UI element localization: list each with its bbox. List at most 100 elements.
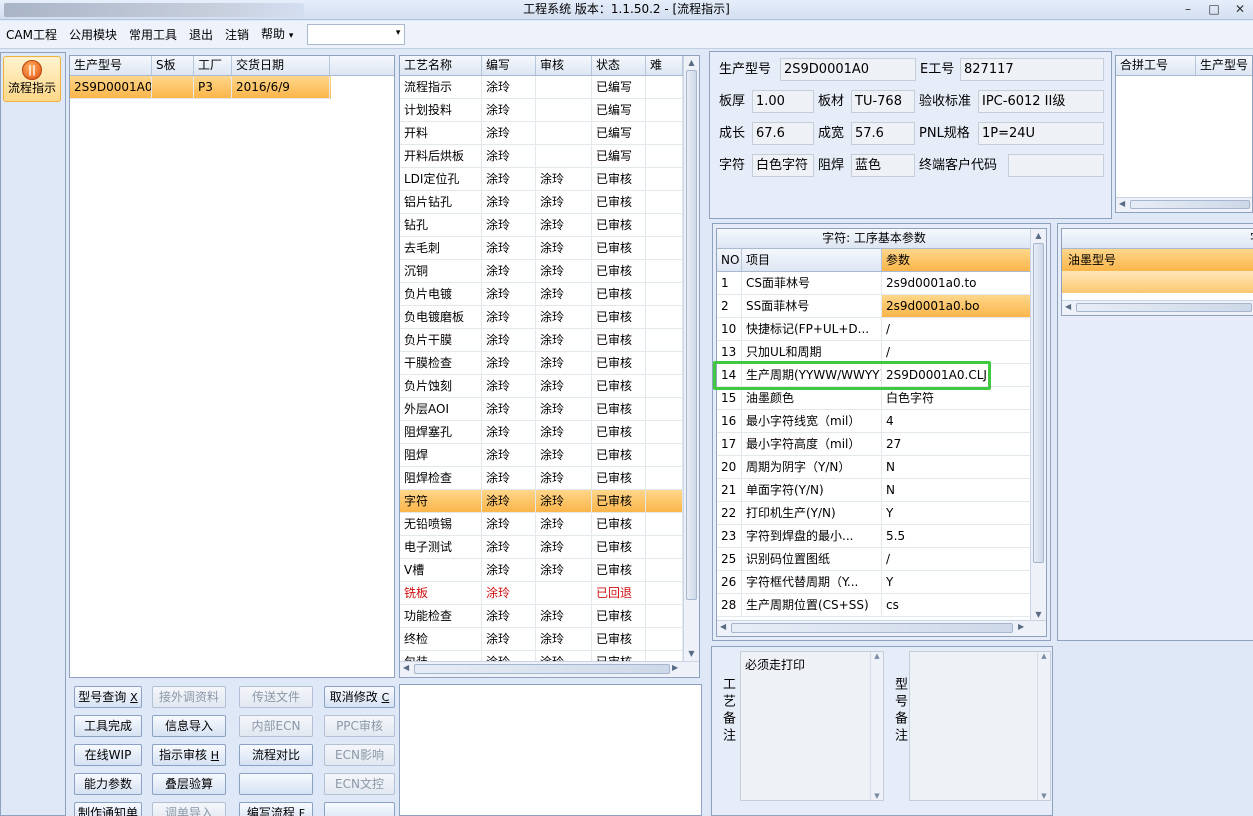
action-button-16[interactable]: 制作通知单 [74,802,142,816]
table-row[interactable]: V槽 涂玲 涂玲 已审核 [400,559,683,582]
action-button-4[interactable]: 工具完成 [74,715,142,737]
action-button-18[interactable]: 编写流程 F [239,802,313,816]
scroll-left-icon[interactable]: ◀ [403,663,409,672]
col-reviewer[interactable]: 审核 [536,56,592,75]
action-button-19[interactable] [324,802,395,816]
action-button-10[interactable]: 流程对比 [239,744,313,766]
param-row[interactable]: 2 SS面菲林号 2s9d0001a0.bo [717,295,1031,318]
scroll-thumb[interactable] [1076,303,1252,312]
process-notes-field[interactable]: 必须走打印 ▲ ▼ [740,651,884,801]
material-field[interactable]: TU-768 [851,90,915,113]
param-row[interactable]: 1 CS面菲林号 2s9d0001a0.to [717,272,1031,295]
param-row[interactable]: 28 生产周期位置(CS+SS) cs [717,594,1031,617]
action-button-14[interactable] [239,773,313,795]
combine-hscroll[interactable]: ◀ [1116,197,1252,212]
param-row[interactable]: 21 单面字符(Y/N) N [717,479,1031,502]
scroll-thumb[interactable] [731,623,1013,633]
param-row[interactable]: 10 快捷标记(FP+UL+D... / [717,318,1031,341]
minimize-icon[interactable]: – [1175,0,1201,20]
param-row[interactable]: 15 油墨颜色 白色字符 [717,387,1031,410]
scroll-up-icon[interactable]: ▲ [684,56,699,70]
scroll-down-icon[interactable]: ▼ [1038,792,1050,800]
mask-field[interactable]: 蓝色 [851,154,915,177]
col-combine-model[interactable]: 生产型号 [1196,56,1252,75]
params-hscroll[interactable]: ◀ ▶ [717,620,1046,636]
scroll-thumb[interactable] [1033,243,1044,563]
length-field[interactable]: 67.6 [752,122,814,145]
table-row[interactable]: 终检 涂玲 涂玲 已审核 [400,628,683,651]
scroll-thumb[interactable] [414,664,670,674]
table-row[interactable]: LDI定位孔 涂玲 涂玲 已审核 [400,168,683,191]
model-field[interactable]: 2S9D0001A0 [780,58,916,81]
col-writer[interactable]: 编写 [482,56,536,75]
action-button-2[interactable]: 传送文件 [239,686,313,708]
maximize-icon[interactable]: □ [1201,0,1227,20]
table-row[interactable]: 阻焊 涂玲 涂玲 已审核 [400,444,683,467]
ink-row[interactable] [1062,271,1253,293]
scroll-left-icon[interactable]: ◀ [720,622,726,631]
action-button-0[interactable]: 型号查询 X [74,686,142,708]
process-vscroll[interactable]: ▲ ▼ [683,56,699,661]
standard-field[interactable]: IPC-6012 II级 [978,90,1104,113]
params-vscroll[interactable]: ▲ ▼ [1030,229,1046,622]
col-factory[interactable]: 工厂 [194,56,232,75]
table-row[interactable]: 流程指示 涂玲 已编写 [400,76,683,99]
process-hscroll[interactable]: ◀ ▶ [400,661,699,677]
action-button-6[interactable]: 内部ECN [239,715,313,737]
table-row[interactable]: 去毛刺 涂玲 涂玲 已审核 [400,237,683,260]
notes-vscroll[interactable]: ▲ ▼ [870,652,883,800]
table-row[interactable]: 功能检查 涂玲 涂玲 已审核 [400,605,683,628]
col-model[interactable]: 生产型号 [70,56,152,75]
table-row[interactable]: 电子测试 涂玲 涂玲 已审核 [400,536,683,559]
customer-field[interactable] [1008,154,1104,177]
col-delivery-date[interactable]: 交货日期 [232,56,330,75]
char-field[interactable]: 白色字符 [752,154,814,177]
table-row[interactable]: 计划投料 涂玲 已编写 [400,99,683,122]
col-process-name[interactable]: 工艺名称 [400,56,482,75]
param-row[interactable]: 26 字符框代替周期（Y... Y [717,571,1031,594]
close-icon[interactable]: ✕ [1227,0,1253,20]
table-row[interactable]: 字符 涂玲 涂玲 已审核 [400,490,683,513]
scroll-down-icon[interactable]: ▼ [871,792,883,800]
col-no[interactable]: NO [717,249,742,271]
table-row[interactable]: 铝片钻孔 涂玲 涂玲 已审核 [400,191,683,214]
notes-vscroll[interactable]: ▲ ▼ [1037,652,1050,800]
param-row[interactable]: 23 字符到焊盘的最小... 5.5 [717,525,1031,548]
table-row[interactable]: 负片蚀刻 涂玲 涂玲 已审核 [400,375,683,398]
pnl-field[interactable]: 1P=24U [978,122,1104,145]
table-row[interactable]: 外层AOI 涂玲 涂玲 已审核 [400,398,683,421]
scroll-up-icon[interactable]: ▲ [1038,652,1050,660]
menu-tools[interactable]: 常用工具 [123,21,183,49]
table-row[interactable]: 负片干膜 涂玲 涂玲 已审核 [400,329,683,352]
table-row[interactable]: 钻孔 涂玲 涂玲 已审核 [400,214,683,237]
col-status[interactable]: 状态 [592,56,646,75]
scroll-right-icon[interactable]: ▶ [672,663,678,672]
action-button-9[interactable]: 指示审核 H [152,744,226,766]
action-button-8[interactable]: 在线WIP [74,744,142,766]
menu-cam[interactable]: CAM工程 [0,21,63,49]
table-row[interactable]: 干膜检查 涂玲 涂玲 已审核 [400,352,683,375]
table-row[interactable]: 负片电镀 涂玲 涂玲 已审核 [400,283,683,306]
scroll-thumb[interactable] [1130,200,1250,209]
param-row[interactable]: 17 最小字符高度（mil） 27 [717,433,1031,456]
action-button-3[interactable]: 取消修改 C [324,686,395,708]
flow-button[interactable]: || 流程指示 [3,56,61,102]
scroll-down-icon[interactable]: ▼ [684,647,699,661]
scroll-thumb[interactable] [686,70,697,600]
menu-exit[interactable]: 退出 [183,21,219,49]
action-button-1[interactable]: 接外调资料 [152,686,226,708]
table-row[interactable]: 无铅喷锡 涂玲 涂玲 已审核 [400,513,683,536]
table-row[interactable]: 铣板 涂玲 已回退 [400,582,683,605]
scroll-up-icon[interactable]: ▲ [1031,229,1046,243]
col-s-board[interactable]: S板 [152,56,194,75]
action-button-5[interactable]: 信息导入 [152,715,226,737]
thickness-field[interactable]: 1.00 [752,90,814,113]
table-row[interactable]: 沉铜 涂玲 涂玲 已审核 [400,260,683,283]
param-row[interactable]: 20 周期为阴字（Y/N） N [717,456,1031,479]
scroll-left-icon[interactable]: ◀ [1065,302,1071,311]
col-item[interactable]: 项目 [742,249,882,271]
param-row[interactable]: 16 最小字符线宽（mil） 4 [717,410,1031,433]
table-row[interactable]: 阻焊塞孔 涂玲 涂玲 已审核 [400,421,683,444]
model-notes-field[interactable]: ▲ ▼ [909,651,1051,801]
action-button-12[interactable]: 能力参数 [74,773,142,795]
